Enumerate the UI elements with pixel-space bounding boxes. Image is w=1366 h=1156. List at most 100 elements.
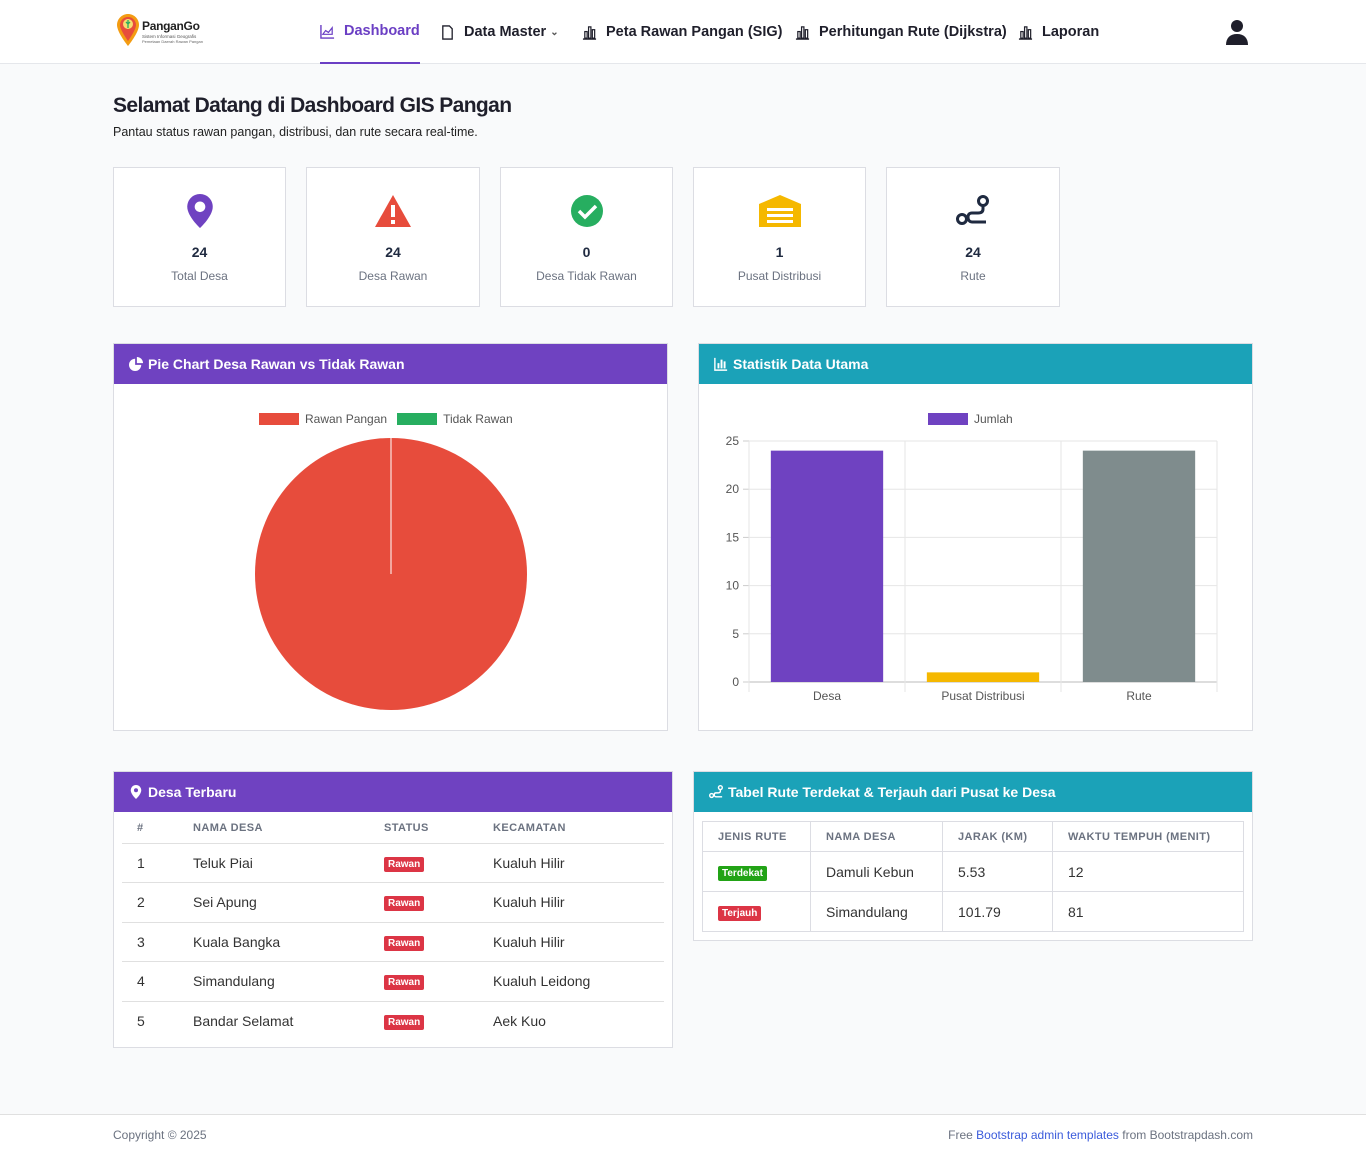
nav-label: Dashboard [344,23,420,39]
bar-chart-icon [1018,25,1033,40]
travel-time: 81 [1052,891,1244,932]
footer-free-text: Free [948,1128,973,1142]
copyright-text: Copyright © 2025 [113,1128,207,1142]
page-title: Selamat Datang di Dashboard GIS Pangan [113,94,512,117]
desa-table: # NAMA DESA STATUS KECAMATAN 1 Teluk Pia… [122,814,664,1041]
nav-item-data-master[interactable]: Data Master ⌄ [440,0,559,64]
y-tick-label: 0 [732,675,739,689]
desa-name: Sei Apung [193,882,384,923]
table-row: 3 Kuala Bangka Rawan Kualuh Hilir [122,922,664,962]
bar[interactable] [926,672,1040,682]
map-marker-icon [130,785,142,799]
stat-value: 24 [191,244,208,260]
column-header: JARAK (KM) [942,821,1053,852]
desa-name: Kuala Bangka [193,922,384,962]
bar-chart-icon [795,25,810,40]
route-type-badge: Terjauh [718,905,762,921]
row-number: 1 [122,843,193,883]
y-tick-label: 15 [726,530,740,544]
brand-logo[interactable]: PanganGo Sistem Informasi Geografis Peme… [115,14,215,48]
stat-card-total-desa: 24 Total Desa [113,167,286,307]
kecamatan: Kualuh Hilir [493,843,664,883]
stat-card-desa-tidak-rawan: 0 Desa Tidak Rawan [500,167,673,307]
page-subtitle: Pantau status rawan pangan, distribusi, … [113,125,478,139]
stat-card-pusat-distribusi: 1 Pusat Distribusi [693,167,866,307]
route-type-badge: Terdekat [718,865,767,881]
desa-terbaru-card: Desa Terbaru # NAMA DESA STATUS KECAMATA… [113,771,673,1048]
distance: 101.79 [942,891,1053,932]
legend-swatch [397,413,438,425]
stat-card-desa-rawan: 24 Desa Rawan [306,167,480,307]
column-header: KECAMATAN [493,814,664,844]
y-tick-label: 10 [726,579,740,593]
user-icon[interactable] [1226,19,1248,45]
nav-label: Laporan [1042,24,1100,40]
bar-chart-icon [582,25,597,40]
bar-chart: 0 5 10 15 20 25 Desa Pusat Distribusi Rute [726,434,1218,703]
chart-area-icon [320,24,335,39]
column-header: NAMA DESA [810,821,943,852]
nav-item-perhitungan-rute[interactable]: Perhitungan Rute (Dijkstra) [795,0,1007,64]
table-header-row: JENIS RUTE NAMA DESA JARAK (KM) WAKTU TE… [702,821,1244,852]
x-tick-label: Rute [1126,689,1152,703]
stat-label: Pusat Distribusi [737,269,822,283]
footer-from-text: from Bootstrapdash.com [1122,1128,1253,1142]
table-row: 5 Bandar Selamat Rawan Aek Kuo [122,1001,664,1041]
nav-item-laporan[interactable]: Laporan [1018,0,1099,64]
column-header: STATUS [384,814,493,844]
bar-card-title: Statistik Data Utama [733,356,869,372]
route-icon [956,195,989,225]
nav-item-dashboard[interactable]: Dashboard [320,0,420,64]
check-circle-icon [570,195,603,227]
row-number: 2 [122,882,193,923]
warning-icon [375,195,411,227]
travel-time: 12 [1052,851,1244,892]
table-row: 2 Sei Apung Rawan Kualuh Hilir [122,882,664,923]
desa-name: Simandulang [810,891,943,932]
nav-item-peta-rawan[interactable]: Peta Rawan Pangan (SIG) [582,0,782,64]
kecamatan: Aek Kuo [493,1013,546,1029]
footer-credit: Free Bootstrap admin templates from Boot… [948,1128,1253,1142]
logo-pin-icon [117,14,139,46]
file-icon [442,24,453,40]
y-tick-label: 20 [726,482,740,496]
desa-name: Simandulang [193,961,384,1002]
nav-label: Peta Rawan Pangan (SIG) [606,24,783,40]
desa-card-header: Desa Terbaru [114,772,672,812]
stat-card-rute: 24 Rute [886,167,1060,307]
pie-chart [255,438,527,710]
route-icon [709,785,723,799]
row-number: 3 [122,922,193,962]
table-row: Terdekat Damuli Kebun 5.53 12 [702,851,1244,892]
desa-card-title: Desa Terbaru [148,784,237,800]
bar-chart-card: Statistik Data Utama Jumlah 0 5 10 15 20 25 De… [698,343,1253,731]
stat-label: Desa Rawan [358,269,428,283]
warehouse-icon [758,195,801,227]
stat-value: 24 [385,244,401,260]
desa-table-wrap: # NAMA DESA STATUS KECAMATAN 1 Teluk Pia… [122,814,664,1041]
status-badge: Rawan [384,935,425,951]
bar[interactable] [1082,450,1196,682]
rute-table: JENIS RUTE NAMA DESA JARAK (KM) WAKTU TE… [702,821,1244,932]
rute-table-wrap: JENIS RUTE NAMA DESA JARAK (KM) WAKTU TE… [702,821,1244,932]
nav-label: Data Master [464,24,547,40]
y-tick-label: 25 [726,434,740,448]
row-number: 4 [122,961,193,1002]
y-tick-label: 5 [732,627,739,641]
table-row: 4 Simandulang Rawan Kualuh Leidong [122,961,664,1002]
bootstrap-templates-link[interactable]: Bootstrap admin templates [976,1128,1119,1142]
bar[interactable] [770,450,884,682]
bar-card-header: Statistik Data Utama [699,344,1252,384]
pie-card-header: Pie Chart Desa Rawan vs Tidak Rawan [114,344,667,384]
map-marker-icon [186,194,213,228]
stat-label: Rute [960,269,986,283]
table-header-row: # NAMA DESA STATUS KECAMATAN [122,814,664,844]
pie-chart-card: Pie Chart Desa Rawan vs Tidak Rawan Rawa… [113,343,668,731]
legend-swatch [259,413,299,425]
legend-label[interactable]: Tidak Rawan [443,412,513,426]
desa-name: Damuli Kebun [810,851,943,892]
top-navbar: PanganGo Sistem Informasi Geografis Peme… [0,0,1366,64]
column-header: WAKTU TEMPUH (MENIT) [1052,821,1244,852]
pie-chart-icon [129,357,143,371]
legend-label[interactable]: Rawan Pangan [305,412,387,426]
